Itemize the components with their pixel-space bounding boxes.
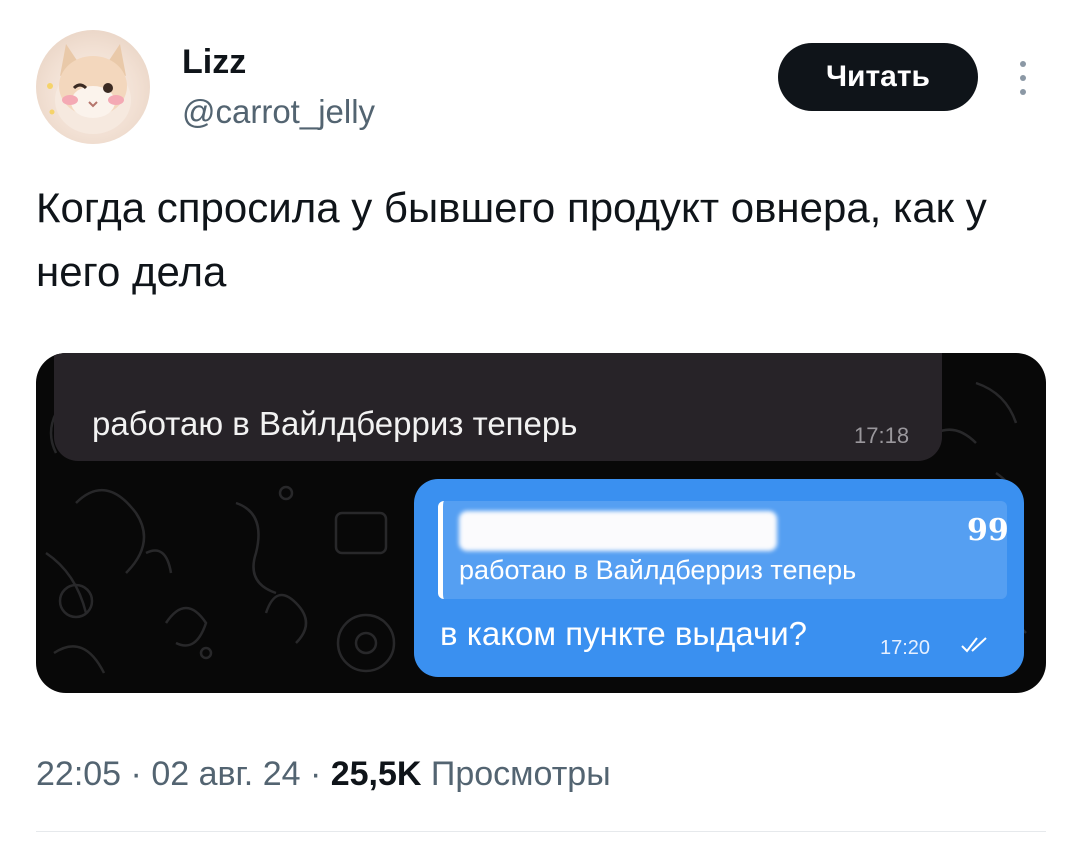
- outgoing-message-time: 17:20: [880, 637, 931, 659]
- tweet-date[interactable]: 02 авг. 24: [151, 755, 300, 793]
- user-handle[interactable]: @carrot_jelly: [182, 92, 375, 132]
- cat-avatar-icon: [47, 44, 131, 134]
- meta-separator: ·: [121, 755, 152, 793]
- incoming-message-time: 17:18: [854, 423, 910, 448]
- divider: [36, 831, 1046, 832]
- outgoing-message-text: в каком пункте выдачи?: [440, 615, 808, 652]
- double-check-icon: [960, 635, 990, 655]
- outgoing-message: 99 работаю в Вайлдберриз теперь в каком …: [414, 479, 1024, 677]
- avatar[interactable]: [36, 30, 150, 144]
- redacted-name: [459, 511, 777, 551]
- reply-quote: 99 работаю в Вайлдберриз теперь: [438, 501, 1009, 599]
- more-options-icon[interactable]: [1008, 56, 1038, 100]
- quote-icon: 99: [967, 513, 1009, 548]
- incoming-message: работаю в Вайлдберриз теперь 17:18: [54, 353, 942, 461]
- meta-separator: ·: [300, 755, 331, 793]
- follow-button[interactable]: Читать: [778, 43, 978, 111]
- display-name[interactable]: Lizz: [182, 42, 246, 82]
- incoming-message-text: работаю в Вайлдберриз теперь: [92, 405, 578, 442]
- views-count: 25,5K: [330, 755, 422, 793]
- quoted-text: работаю в Вайлдберриз теперь: [459, 555, 857, 585]
- tweet-time[interactable]: 22:05: [36, 755, 121, 793]
- tweet-meta: 22:05 · 02 авг. 24 · 25,5K Просмотры: [36, 752, 611, 796]
- views-label: Просмотры: [421, 755, 611, 793]
- tweet-text: Когда спросила у бывшего продукт овнера,…: [36, 184, 987, 295]
- tweet-media[interactable]: работаю в Вайлдберриз теперь 17:18 99 ра…: [36, 353, 1046, 693]
